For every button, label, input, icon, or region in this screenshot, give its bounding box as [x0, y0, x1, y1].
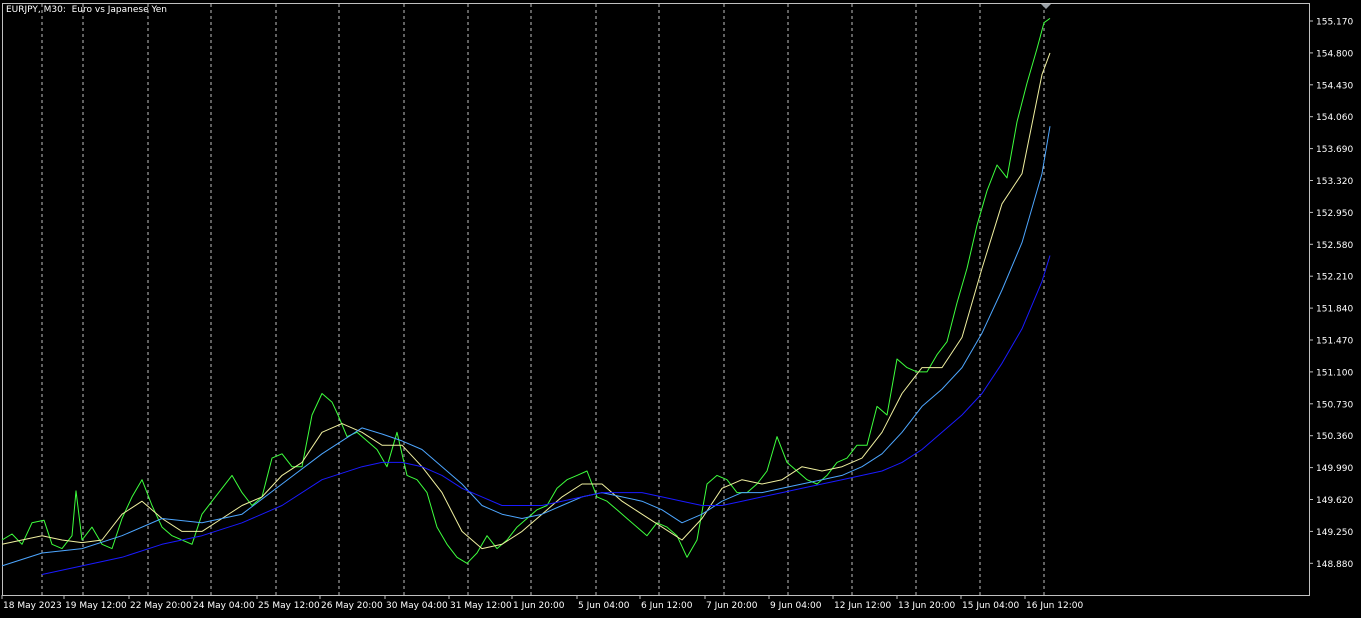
y-tick-label: 149.620 [1316, 496, 1353, 506]
x-tick-label: 26 May 20:00 [321, 601, 383, 611]
price-chart[interactable]: 155.170 154.800 154.430 154.060 153.690 153.3… [0, 0, 1361, 618]
y-tick-label: 149.250 [1316, 528, 1353, 538]
y-tick-label: 153.690 [1316, 145, 1353, 155]
ma-fast-line [1, 52, 1051, 550]
x-tick-label: 6 Jun 12:00 [641, 601, 693, 611]
x-tick-label: 12 Jun 12:00 [834, 601, 891, 611]
ma-mid-line [1, 126, 1051, 567]
x-tick-label: 5 Jun 04:00 [578, 601, 630, 611]
x-tick-label: 30 May 04:00 [386, 601, 448, 611]
x-tick-label: 19 May 12:00 [65, 601, 127, 611]
current-bar-marker [1041, 4, 1051, 9]
x-tick-label: 31 May 12:00 [450, 601, 512, 611]
x-tick-label: 13 Jun 20:00 [898, 601, 955, 611]
x-tick-label: 25 May 12:00 [258, 601, 320, 611]
x-tick-label: 15 Jun 04:00 [962, 601, 1019, 611]
chart-window[interactable]: 155.170 154.800 154.430 154.060 153.690 153.3… [0, 0, 1361, 618]
y-tick-label: 149.990 [1316, 464, 1353, 474]
y-tick-label: 152.950 [1316, 209, 1353, 219]
price-line [1, 17, 1051, 564]
y-tick-label: 154.800 [1316, 49, 1353, 59]
symbol-title: EURJPY, M30: Euro vs Japanese Yen [6, 5, 168, 15]
y-tick-label: 148.880 [1316, 560, 1353, 570]
x-tick-label: 22 May 20:00 [130, 601, 192, 611]
y-tick-label: 155.170 [1316, 18, 1353, 28]
y-tick-label: 151.100 [1316, 368, 1353, 378]
x-tick-label: 16 Jun 12:00 [1026, 601, 1083, 611]
ma-slow-line [41, 255, 1051, 575]
y-tick-label: 153.320 [1316, 177, 1353, 187]
y-tick-label: 154.060 [1316, 113, 1353, 123]
y-tick-label: 154.430 [1316, 81, 1353, 91]
y-tick-label: 150.730 [1316, 400, 1353, 410]
x-tick-label: 9 Jun 04:00 [770, 601, 822, 611]
y-tick-label: 152.210 [1316, 273, 1353, 283]
x-tick-label: 24 May 04:00 [193, 601, 255, 611]
x-tick-label: 7 Jun 20:00 [706, 601, 758, 611]
x-tick-label: 18 May 2023 [3, 601, 62, 611]
y-tick-label: 151.840 [1316, 305, 1353, 315]
y-tick-label: 151.470 [1316, 337, 1353, 347]
y-tick-label: 152.580 [1316, 241, 1353, 251]
y-tick-label: 150.360 [1316, 432, 1353, 442]
x-tick-label: 1 Jun 20:00 [513, 601, 565, 611]
